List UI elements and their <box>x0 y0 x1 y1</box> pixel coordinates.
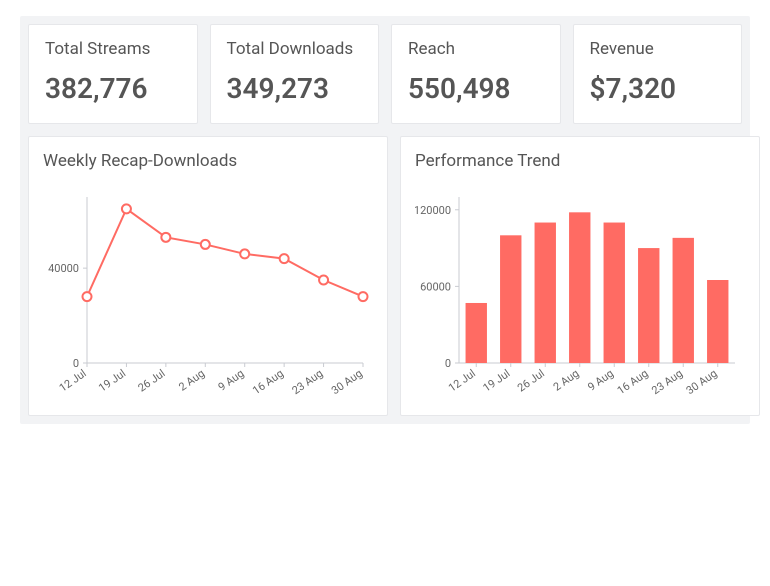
svg-text:16 Aug: 16 Aug <box>250 367 286 397</box>
stat-revenue: Revenue $7,320 <box>573 24 743 124</box>
stat-title: Total Streams <box>45 39 181 60</box>
svg-text:23 Aug: 23 Aug <box>290 367 326 397</box>
svg-text:23 Aug: 23 Aug <box>649 367 685 397</box>
svg-text:9 Aug: 9 Aug <box>585 367 616 394</box>
svg-text:60000: 60000 <box>420 281 451 294</box>
stat-title: Revenue <box>590 39 726 60</box>
weekly-recap-chart: 04000012 Jul19 Jul26 Jul2 Aug9 Aug16 Aug… <box>43 177 373 407</box>
dashboard-panel: Total Streams 382,776 Total Downloads 34… <box>20 16 750 424</box>
chart-title: Weekly Recap-Downloads <box>43 151 373 171</box>
svg-text:26 Jul: 26 Jul <box>515 367 547 395</box>
svg-text:12 Jul: 12 Jul <box>446 367 478 395</box>
stats-row: Total Streams 382,776 Total Downloads 34… <box>28 24 742 124</box>
svg-text:16 Aug: 16 Aug <box>615 367 651 397</box>
svg-text:30 Aug: 30 Aug <box>684 367 720 397</box>
charts-row: Weekly Recap-Downloads 04000012 Jul19 Ju… <box>28 136 742 416</box>
svg-text:40000: 40000 <box>48 262 79 275</box>
svg-text:30 Aug: 30 Aug <box>329 367 365 397</box>
svg-text:19 Jul: 19 Jul <box>481 367 513 395</box>
svg-text:2 Aug: 2 Aug <box>551 367 582 394</box>
stat-total-streams: Total Streams 382,776 <box>28 24 198 124</box>
stat-value: 550,498 <box>408 72 544 105</box>
svg-text:2 Aug: 2 Aug <box>176 367 207 394</box>
stat-total-downloads: Total Downloads 349,273 <box>210 24 380 124</box>
svg-text:12 Jul: 12 Jul <box>57 367 89 395</box>
chart-weekly-recap: Weekly Recap-Downloads 04000012 Jul19 Ju… <box>28 136 388 416</box>
svg-text:19 Jul: 19 Jul <box>96 367 128 395</box>
stat-value: 349,273 <box>227 72 363 105</box>
stat-reach: Reach 550,498 <box>391 24 561 124</box>
stat-title: Total Downloads <box>227 39 363 60</box>
stat-value: $7,320 <box>590 72 726 105</box>
svg-text:120000: 120000 <box>415 204 451 217</box>
performance-trend-chart: 0 60000 120000 12 Jul19 Jul26 Jul2 Aug9 Aug… <box>415 177 745 407</box>
svg-text:0: 0 <box>445 357 451 370</box>
stat-value: 382,776 <box>45 72 181 105</box>
svg-text:26 Jul: 26 Jul <box>136 367 168 395</box>
chart-title: Performance Trend <box>415 151 745 171</box>
chart-performance-trend: Performance Trend 0 60000 120000 12 Jul19 J… <box>400 136 760 416</box>
stat-title: Reach <box>408 39 544 60</box>
svg-text:9 Aug: 9 Aug <box>216 367 247 394</box>
